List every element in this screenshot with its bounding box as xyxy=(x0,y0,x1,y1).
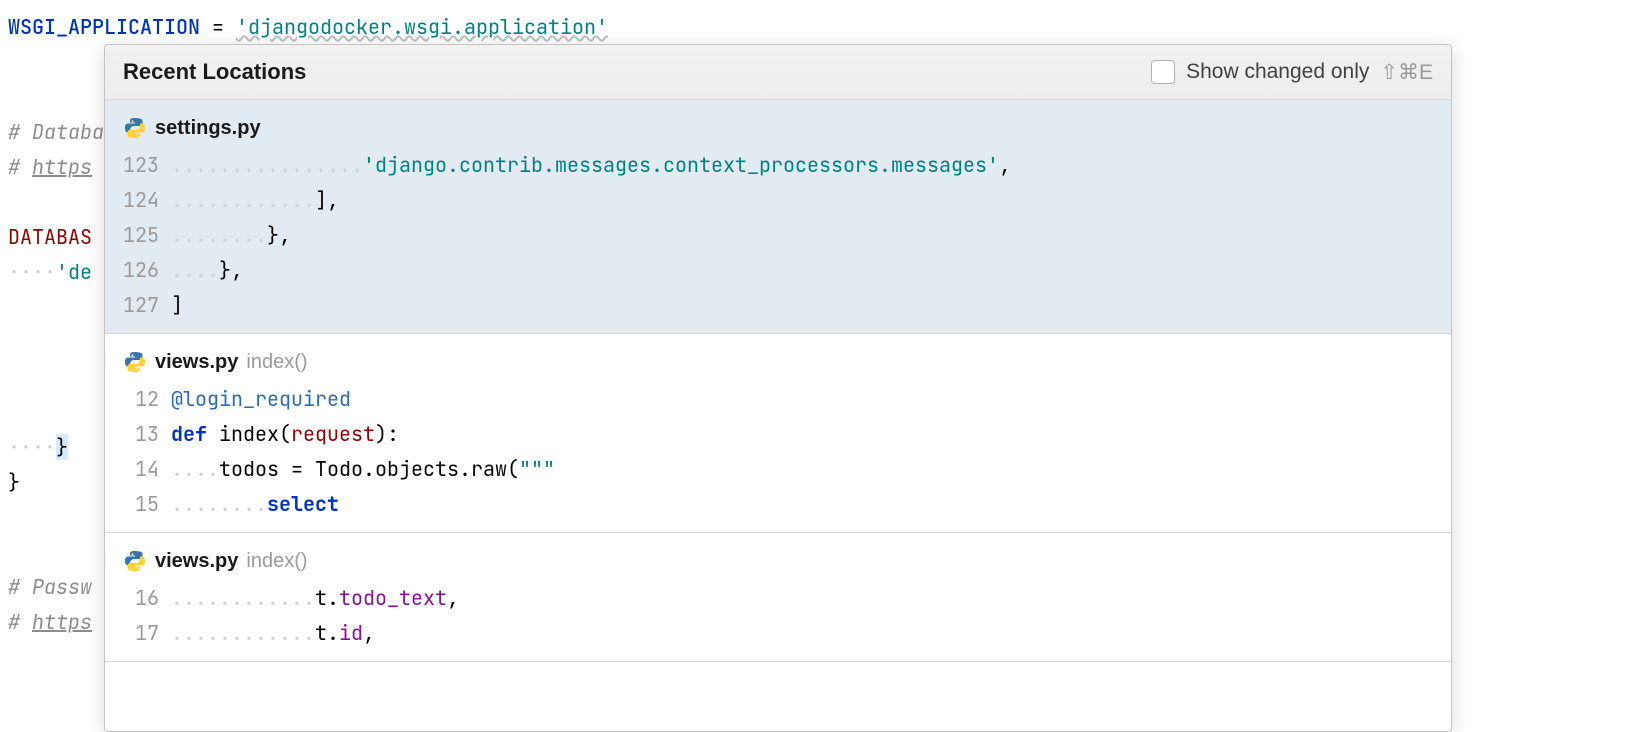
location-item[interactable]: views.py index() 16............t.todo_text… xyxy=(105,533,1451,662)
line-number: 17 xyxy=(123,616,171,651)
show-changed-checkbox[interactable] xyxy=(1151,60,1175,84)
code-content: ....todos = Todo.objects.raw(""" xyxy=(171,452,555,487)
location-function-name: index() xyxy=(246,550,307,573)
line-number: 126 xyxy=(123,253,171,288)
code-content: ............], xyxy=(171,183,339,218)
popup-title: Recent Locations xyxy=(123,59,306,85)
line-number: 123 xyxy=(123,148,171,183)
popup-header-controls: Show changed only ⇧⌘E xyxy=(1151,60,1433,85)
code-content: def index(request): xyxy=(171,417,399,452)
show-changed-label[interactable]: Show changed only xyxy=(1186,60,1369,84)
popup-body: settings.py 123................'django.co… xyxy=(105,100,1451,662)
code-content: ........}, xyxy=(171,218,291,253)
line-number: 15 xyxy=(123,487,171,522)
code-content: ........select xyxy=(171,487,339,522)
code-content: ................'django.contrib.messages… xyxy=(171,148,1011,183)
location-item-header[interactable]: settings.py xyxy=(105,112,1451,148)
location-item-header[interactable]: views.py index() xyxy=(105,346,1451,382)
code-line[interactable]: 12@login_required xyxy=(123,382,1451,417)
code-content: @login_required xyxy=(171,382,351,417)
code-line[interactable]: 125........}, xyxy=(123,218,1451,253)
line-number: 125 xyxy=(123,218,171,253)
code-snippet: 16............t.todo_text,17............… xyxy=(105,581,1451,651)
code-line[interactable]: 16............t.todo_text, xyxy=(123,581,1451,616)
code-line[interactable]: 14....todos = Todo.objects.raw(""" xyxy=(123,452,1451,487)
shortcut-hint: ⇧⌘E xyxy=(1380,60,1433,85)
code-line[interactable]: 13def index(request): xyxy=(123,417,1451,452)
code-line[interactable]: 123................'django.contrib.messa… xyxy=(123,148,1451,183)
code-content: ....}, xyxy=(171,253,243,288)
location-item-header[interactable]: views.py index() xyxy=(105,545,1451,581)
python-file-icon xyxy=(123,549,147,573)
location-function-name: index() xyxy=(246,351,307,374)
code-snippet: 12@login_required13def index(request):14… xyxy=(105,382,1451,522)
code-content: ] xyxy=(171,288,183,323)
code-line[interactable]: 127] xyxy=(123,288,1451,323)
python-file-icon xyxy=(123,350,147,374)
python-file-icon xyxy=(123,116,147,140)
location-item[interactable]: settings.py 123................'django.co… xyxy=(105,100,1451,334)
line-number: 13 xyxy=(123,417,171,452)
code-snippet: 123................'django.contrib.messa… xyxy=(105,148,1451,323)
location-item[interactable]: views.py index() 12@login_required13def in… xyxy=(105,334,1451,533)
code-line[interactable]: 15........select xyxy=(123,487,1451,522)
code-line[interactable]: 17............t.id, xyxy=(123,616,1451,651)
code-content: ............t.id, xyxy=(171,616,375,651)
code-line[interactable]: 126....}, xyxy=(123,253,1451,288)
line-number: 12 xyxy=(123,382,171,417)
line-number: 127 xyxy=(123,288,171,323)
line-number: 16 xyxy=(123,581,171,616)
location-file-name: views.py xyxy=(155,550,238,573)
popup-header: Recent Locations Show changed only ⇧⌘E xyxy=(105,45,1451,100)
code-line[interactable]: 124............], xyxy=(123,183,1451,218)
editor-line[interactable]: WSGI_APPLICATION = 'djangodocker.wsgi.ap… xyxy=(0,10,1632,45)
location-file-name: views.py xyxy=(155,351,238,374)
line-number: 14 xyxy=(123,452,171,487)
line-number: 124 xyxy=(123,183,171,218)
recent-locations-popup: Recent Locations Show changed only ⇧⌘E s… xyxy=(104,44,1452,732)
code-content: ............t.todo_text, xyxy=(171,581,459,616)
location-file-name: settings.py xyxy=(155,117,261,140)
